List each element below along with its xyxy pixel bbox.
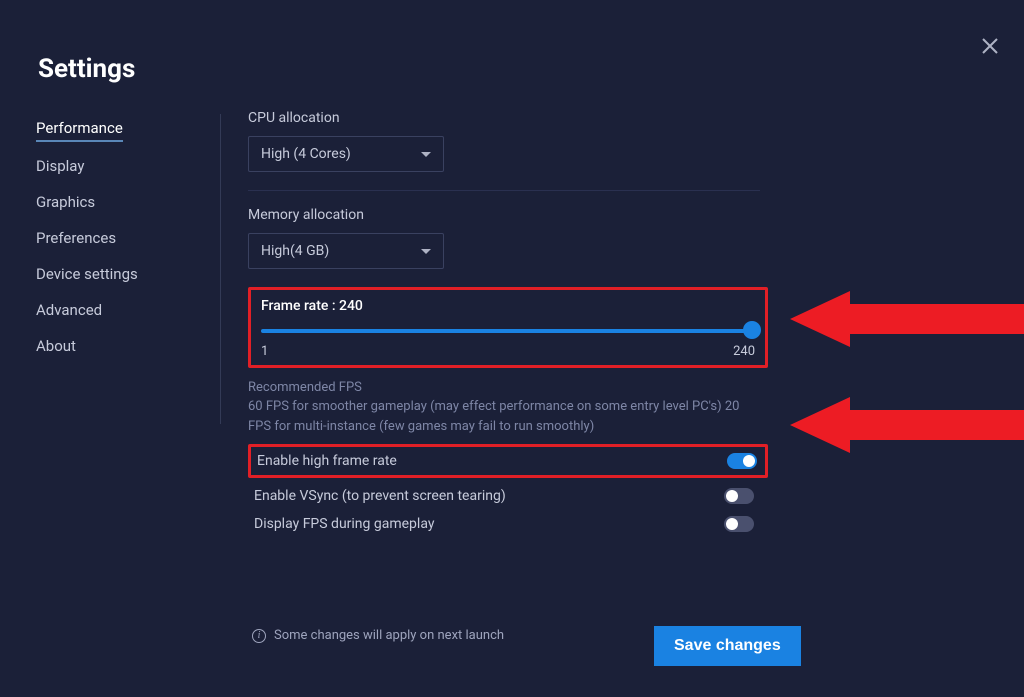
cpu-allocation-value: High (4 Cores) (261, 146, 351, 162)
enable-high-frame-rate-label: Enable high frame rate (257, 453, 397, 469)
footer: i Some changes will apply on next launch (252, 628, 1024, 643)
sidebar-nav: Performance Display Graphics Preferences… (36, 112, 196, 366)
display-fps-toggle[interactable] (724, 516, 754, 532)
annotation-arrow-icon (790, 394, 1024, 454)
slider-thumb[interactable] (743, 321, 761, 339)
frame-rate-label: Frame rate : 240 (261, 298, 755, 314)
content-panel: CPU allocation High (4 Cores) Memory all… (248, 110, 778, 538)
frame-rate-min: 1 (261, 344, 268, 359)
save-changes-button[interactable]: Save changes (654, 626, 801, 666)
sidebar-item-about[interactable]: About (36, 330, 76, 362)
chevron-down-icon (421, 249, 431, 254)
sidebar-item-display[interactable]: Display (36, 150, 84, 182)
enable-high-frame-rate-toggle[interactable] (727, 453, 757, 469)
page-title: Settings (38, 54, 135, 84)
sidebar-item-graphics[interactable]: Graphics (36, 186, 95, 218)
high-frame-rate-highlight: Enable high frame rate (248, 444, 768, 478)
display-fps-label: Display FPS during gameplay (254, 516, 434, 532)
info-icon: i (252, 629, 266, 643)
chevron-down-icon (421, 152, 431, 157)
annotation-arrow-icon (790, 288, 1024, 348)
memory-allocation-label: Memory allocation (248, 207, 778, 223)
enable-vsync-toggle[interactable] (724, 488, 754, 504)
cpu-allocation-select[interactable]: High (4 Cores) (248, 136, 444, 172)
cpu-allocation-label: CPU allocation (248, 110, 778, 126)
memory-allocation-value: High(4 GB) (261, 243, 329, 259)
close-icon[interactable] (978, 34, 1002, 58)
frame-rate-highlight: Frame rate : 240 1 240 (248, 287, 768, 368)
memory-allocation-select[interactable]: High(4 GB) (248, 233, 444, 269)
enable-vsync-label: Enable VSync (to prevent screen tearing) (254, 488, 506, 504)
sidebar-item-device-settings[interactable]: Device settings (36, 258, 138, 290)
sidebar-divider (220, 114, 221, 424)
footer-note: Some changes will apply on next launch (274, 628, 504, 643)
frame-rate-max: 240 (733, 344, 755, 359)
sidebar-item-performance[interactable]: Performance (36, 112, 123, 142)
slider-track (261, 329, 755, 333)
recommended-fps-text: 60 FPS for smoother gameplay (may effect… (248, 397, 760, 436)
sidebar-item-preferences[interactable]: Preferences (36, 222, 116, 254)
recommended-fps-heading: Recommended FPS (248, 380, 778, 395)
sidebar-item-advanced[interactable]: Advanced (36, 294, 102, 326)
frame-rate-slider[interactable] (261, 322, 755, 342)
section-divider (248, 190, 760, 191)
